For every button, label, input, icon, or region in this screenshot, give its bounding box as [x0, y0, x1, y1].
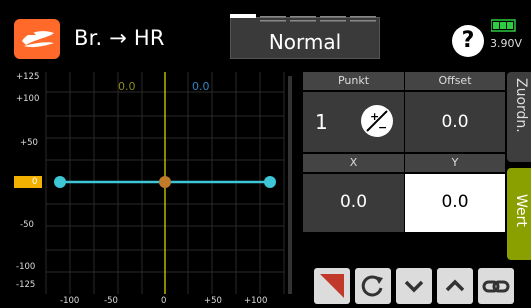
- x-tick-label: +100: [244, 296, 268, 306]
- curve-point-right[interactable]: [264, 176, 276, 188]
- x-header: X: [303, 154, 404, 172]
- move-up-button[interactable]: [437, 268, 473, 304]
- curve-graph[interactable]: 0.0 0.0 +125 +100 +50 0 -50 -100 -125 -1…: [0, 72, 298, 306]
- y-tick-label: +125: [16, 72, 40, 82]
- offset-value: 0.0: [441, 112, 469, 132]
- battery-voltage: 3.90V: [490, 37, 523, 50]
- y-tick-label: -50: [20, 220, 34, 230]
- link-icon: [482, 280, 510, 293]
- y-tick-label: 0: [32, 177, 38, 187]
- reset-button[interactable]: [355, 268, 391, 304]
- y-header: Y: [405, 154, 505, 172]
- tab-zuordnung-label: Zuordn.: [513, 78, 529, 133]
- y-tick-label: +50: [20, 138, 38, 148]
- link-button[interactable]: [478, 268, 514, 304]
- punkt-value: 1: [315, 110, 328, 134]
- point-panel: Punkt Offset 1 + − 0.0 X Y 0.0 0.0: [303, 72, 505, 258]
- add-remove-point-icon[interactable]: + −: [361, 105, 393, 137]
- y-value: 0.0: [441, 192, 469, 212]
- offset-header: Offset: [405, 72, 505, 90]
- mode-label: Normal: [268, 30, 342, 54]
- corner-marker-icon: [320, 274, 344, 298]
- boat-logo-icon: [22, 31, 54, 48]
- x-tick-label: -50: [104, 296, 118, 306]
- y-tick-label: -100: [16, 262, 36, 272]
- x-tick-label: -100: [60, 296, 80, 306]
- chevron-up-icon: [445, 279, 465, 292]
- corner-marker-button[interactable]: [314, 268, 350, 304]
- svg-text:−: −: [378, 121, 387, 134]
- graph-readout-right: 0.0: [192, 80, 210, 93]
- tab-wert-label: Wert: [513, 194, 529, 227]
- curve-point-left[interactable]: [54, 176, 66, 188]
- graph-readout-left: 0.0: [118, 80, 136, 93]
- help-button[interactable]: ?: [452, 25, 484, 57]
- app-logo-icon[interactable]: [14, 19, 60, 59]
- mode-indicator-bars: [230, 14, 376, 22]
- battery-icon: [491, 19, 516, 32]
- x-value: 0.0: [339, 192, 368, 212]
- x-tick-label: +50: [204, 296, 222, 306]
- curve-line: [60, 180, 270, 184]
- chevron-down-icon: [404, 280, 424, 293]
- page-title: Br. → HR: [74, 26, 165, 50]
- reset-icon: [361, 275, 383, 297]
- x-tick-label: 0: [161, 296, 167, 306]
- move-down-button[interactable]: [396, 268, 432, 304]
- y-tick-label: -125: [16, 280, 36, 290]
- punkt-header: Punkt: [303, 72, 404, 90]
- curve-point-center[interactable]: [159, 176, 171, 188]
- y-zero-badge: [14, 176, 42, 188]
- y-tick-label: +100: [16, 94, 40, 104]
